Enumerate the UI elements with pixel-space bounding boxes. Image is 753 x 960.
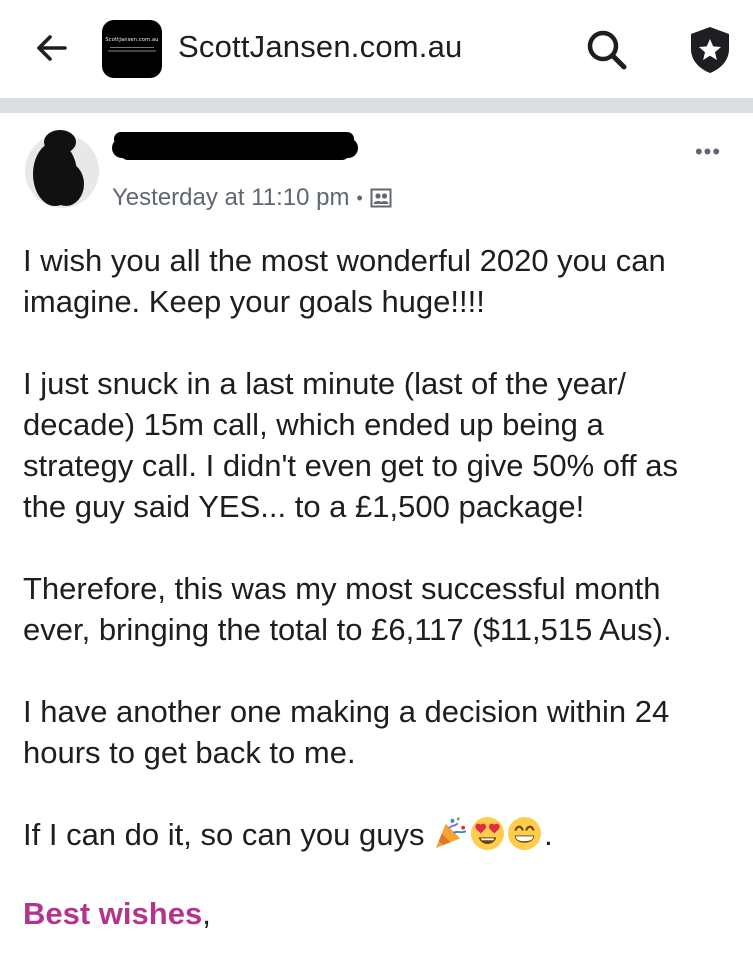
search-button[interactable]: [582, 26, 630, 74]
group-audience-icon[interactable]: [370, 188, 392, 208]
post-timestamp[interactable]: Yesterday at 11:10 pm: [112, 184, 350, 212]
logo-wordmark: ScottJansen.com.au: [105, 37, 159, 43]
search-icon: [587, 30, 627, 70]
grin-icon: [508, 816, 542, 851]
author-name-redacted[interactable]: [112, 132, 360, 162]
author-avatar[interactable]: [22, 126, 100, 216]
page-title[interactable]: ScottJansen.com.au: [178, 29, 462, 65]
page-logo[interactable]: ScottJansen.com.au: [102, 20, 162, 78]
logo-tagline-bar: [108, 50, 156, 52]
post-paragraph-last: If I can do it, so can you guys .: [23, 814, 735, 855]
meta-separator: •: [356, 187, 363, 208]
party-popper-icon: [436, 817, 467, 849]
shield-star-icon: [691, 27, 729, 73]
shield-button[interactable]: [686, 24, 734, 76]
signoff-comma: ,: [202, 896, 211, 931]
post-paragraph: I just snuck in a last minute (last of t…: [23, 366, 679, 524]
signoff-link[interactable]: Best wishes: [23, 896, 202, 931]
post-paragraph: I have another one making a decision wit…: [23, 694, 670, 770]
post-meta: Yesterday at 11:10 pm •: [112, 184, 392, 212]
header-divider: [0, 98, 753, 113]
last-line-period: .: [544, 817, 553, 852]
post-body: I wish you all the most wonderful 2020 y…: [23, 240, 735, 896]
arrow-left-icon: [37, 35, 67, 61]
signoff: Best wishes,: [23, 893, 211, 934]
logo-rule: [110, 47, 154, 48]
app-header: ScottJansen.com.au ScottJansen.com.au: [0, 0, 753, 98]
more-options-button[interactable]: •••: [690, 140, 726, 164]
last-line-text: If I can do it, so can you guys: [23, 817, 425, 852]
post-paragraph: I wish you all the most wonderful 2020 y…: [23, 243, 666, 319]
heart-eyes-icon: [471, 816, 505, 851]
back-button[interactable]: [30, 26, 74, 70]
post-paragraph: Therefore, this was my most successful m…: [23, 571, 672, 647]
